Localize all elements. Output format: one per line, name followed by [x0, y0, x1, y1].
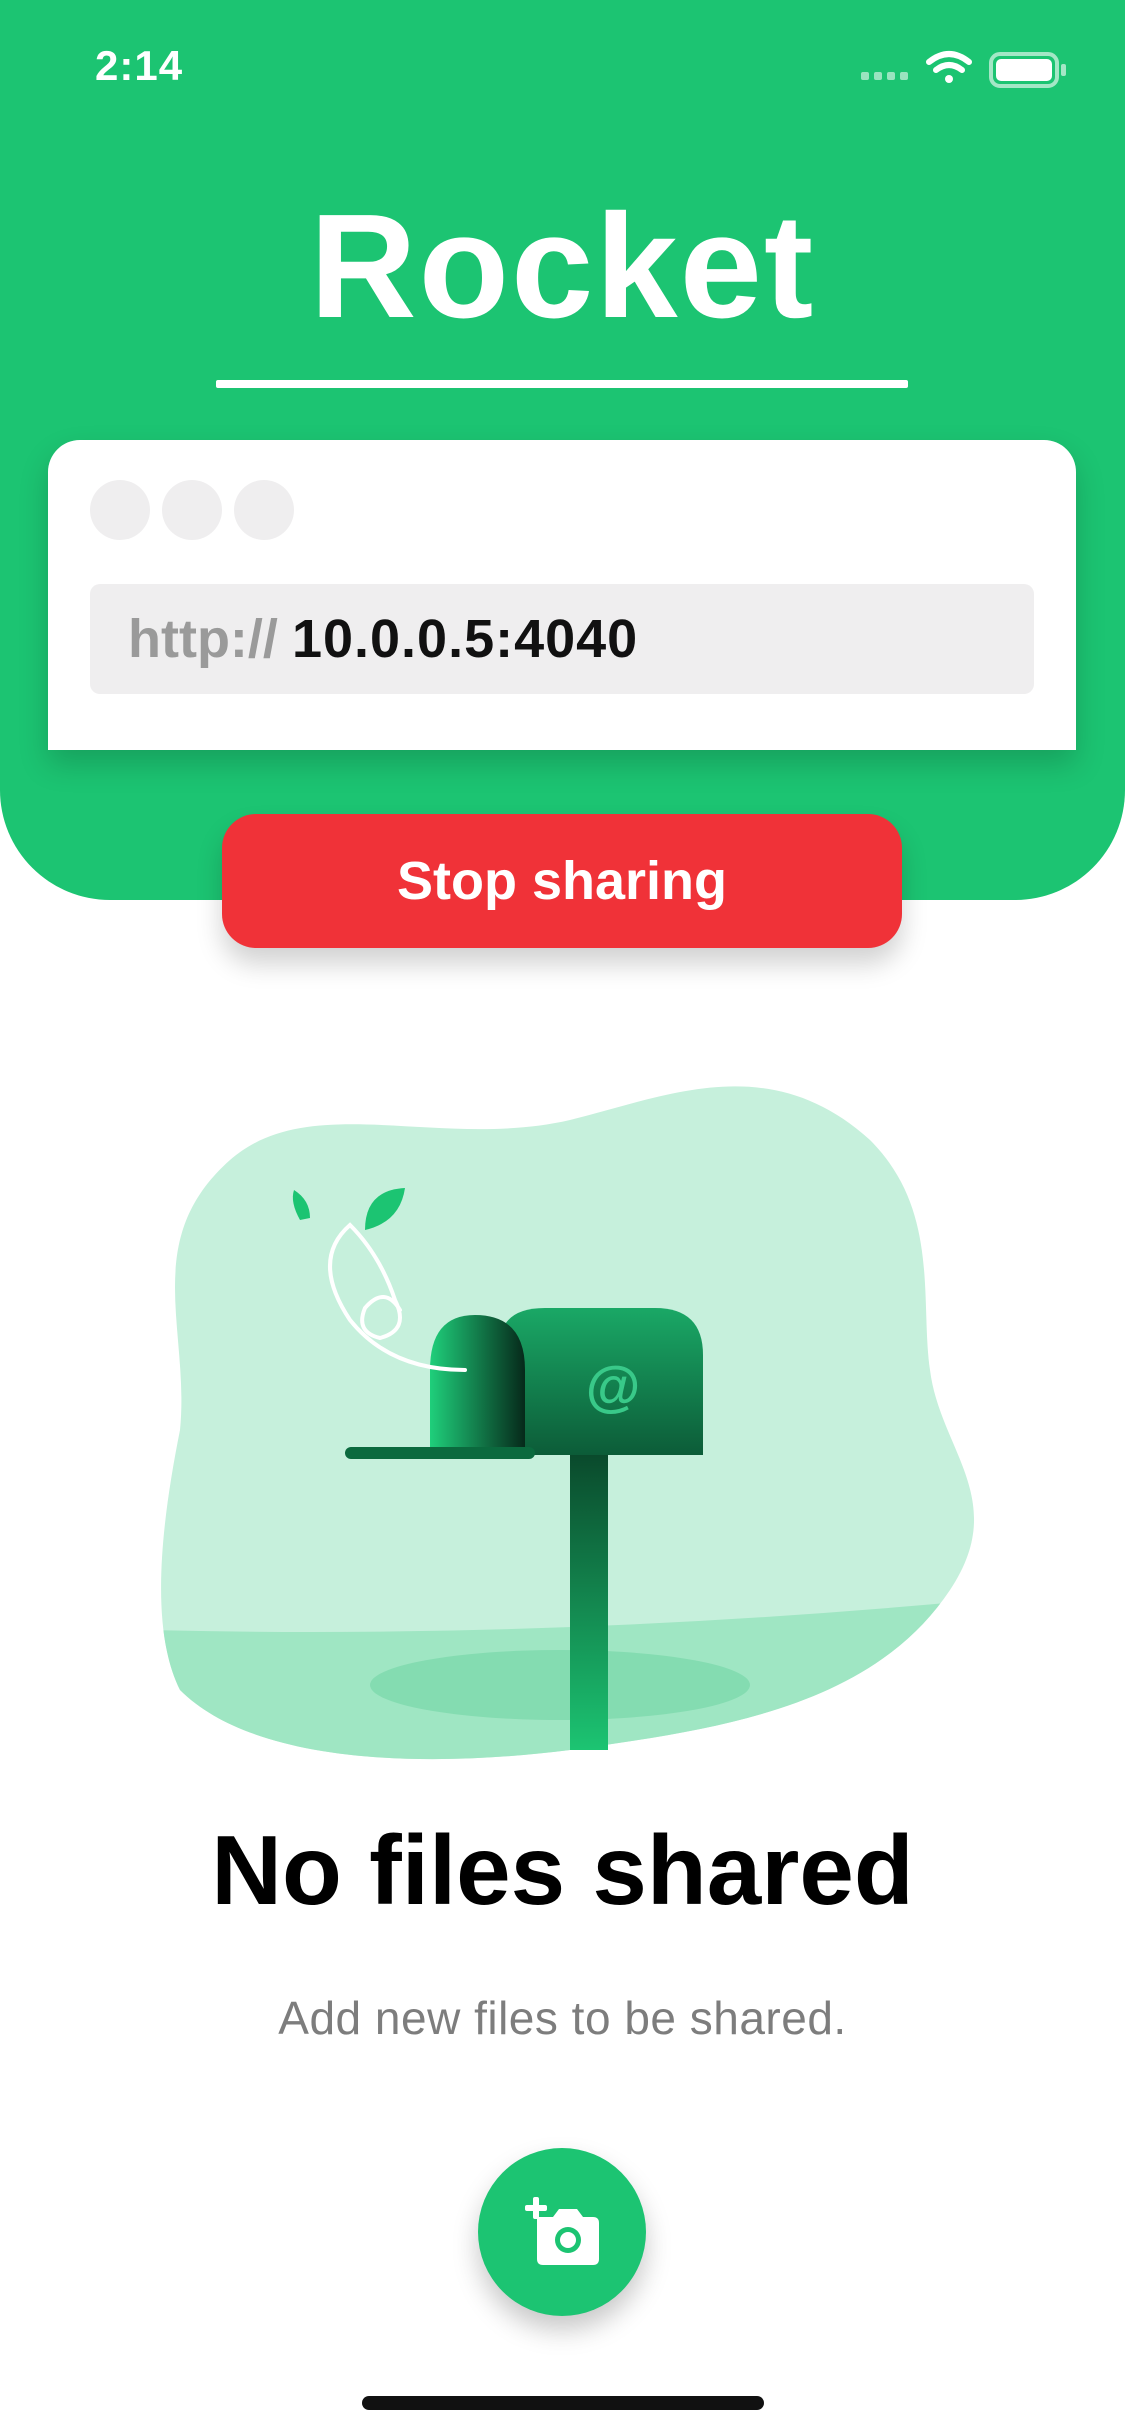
add-photo-icon — [525, 2197, 599, 2265]
url-host: 10.0.0.5:4040 — [291, 609, 639, 669]
mailbox-post — [570, 1455, 608, 1750]
url-prefix: http:// — [128, 609, 278, 669]
status-icons — [861, 51, 1066, 88]
battery-icon — [989, 52, 1066, 88]
mailbox-door — [430, 1315, 525, 1455]
server-url-field[interactable]: http:// 10.0.0.5:4040 — [90, 584, 1034, 694]
empty-state-title: No files shared — [211, 1815, 914, 1925]
wifi-icon — [926, 51, 972, 83]
window-dot — [90, 480, 150, 540]
status-time: 2:14 — [95, 42, 184, 89]
window-dot — [162, 480, 222, 540]
title-underline — [216, 380, 908, 388]
app-title: Rocket — [309, 184, 816, 349]
stop-sharing-button[interactable]: Stop sharing — [222, 814, 902, 948]
cellular-signal-icon — [861, 72, 908, 80]
empty-state-subtitle: Add new files to be shared. — [278, 1992, 847, 2044]
post-shadow — [370, 1650, 750, 1720]
mailbox-flap — [345, 1447, 535, 1459]
server-address-card: http:// 10.0.0.5:4040 — [48, 440, 1076, 750]
mailbox-symbol: @ — [586, 1354, 641, 1417]
window-dot — [234, 480, 294, 540]
add-files-button[interactable] — [478, 2148, 646, 2316]
home-indicator[interactable] — [362, 2396, 764, 2410]
mailbox-illustration: @ — [161, 1086, 975, 1760]
